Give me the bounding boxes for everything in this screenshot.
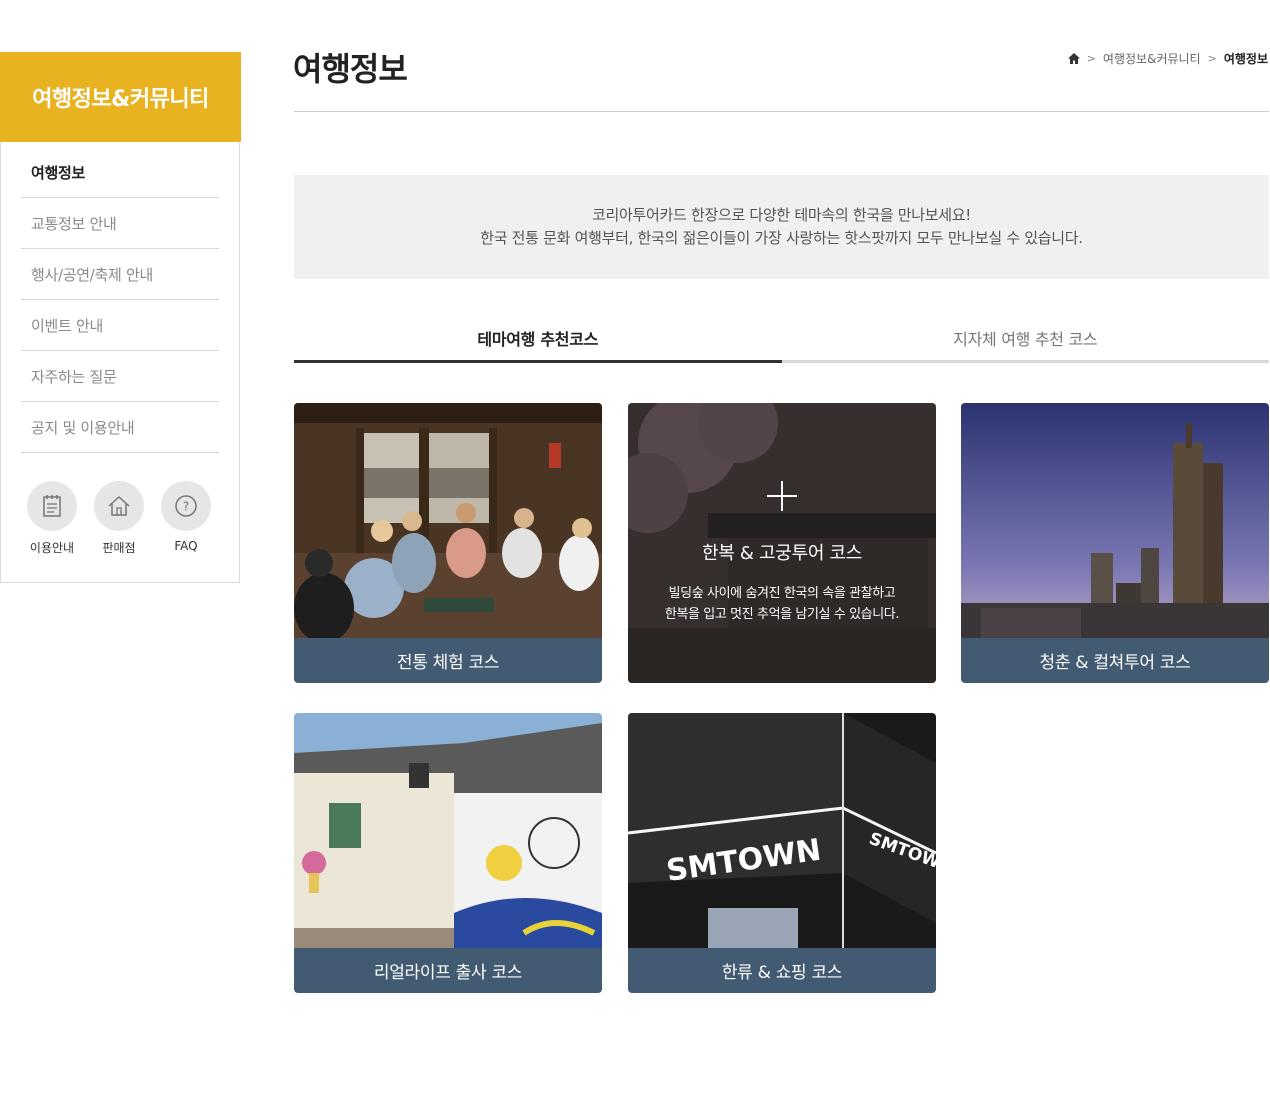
intro-line: 코리아투어카드 한장으로 다양한 테마속의 한국을 만나보세요! (591, 206, 972, 224)
course-tabs: 테마여행 추천코스 지자체 여행 추천 코스 (294, 318, 1269, 363)
course-card-reallife[interactable]: 리얼라이프 출사 코스 (294, 713, 602, 993)
quick-link-stores[interactable]: 판매점 (89, 481, 149, 556)
course-card-description: 빌딩숲 사이에 숨겨진 한국의 속을 관찰하고 한복을 입고 멋진 추억을 남기… (664, 583, 900, 625)
divider (294, 111, 1269, 112)
sidebar-item-events-festivals[interactable]: 행사/공연/축제 안내 (21, 249, 219, 300)
course-card-title: 리얼라이프 출사 코스 (294, 948, 602, 993)
plus-icon (767, 481, 797, 511)
description-line: 빌딩숲 사이에 숨겨진 한국의 속을 관찰하고 (668, 586, 896, 601)
sidebar-menu: 여행정보 교통정보 안내 행사/공연/축제 안내 이벤트 안내 자주하는 질문 … (21, 147, 219, 453)
course-photo: SMTOWN SMTOWN (628, 713, 936, 948)
course-card-traditional[interactable]: 전통 체험 코스 (294, 403, 602, 683)
course-photo (294, 403, 602, 638)
page-title: 여행정보 (293, 50, 408, 88)
breadcrumb-item[interactable]: 여행정보&커뮤니티 (1103, 50, 1201, 67)
course-card-hallyu[interactable]: SMTOWN SMTOWN 한류 & 쇼핑 코스 (628, 713, 936, 993)
sidebar-item-faq[interactable]: 자주하는 질문 (21, 351, 219, 402)
sidebar-item-notice[interactable]: 공지 및 이용안내 (21, 402, 219, 453)
breadcrumb-current: 여행정보 (1223, 52, 1268, 66)
svg-text:?: ? (183, 500, 189, 514)
home-icon (94, 481, 144, 531)
sidebar-title: 여행정보&커뮤니티 (32, 87, 209, 112)
question-icon: ? (161, 481, 211, 531)
tab-local-course[interactable]: 지자체 여행 추천 코스 (781, 318, 1269, 363)
course-photo (961, 403, 1269, 638)
quick-link-label: FAQ (174, 539, 198, 553)
sidebar-header: 여행정보&커뮤니티 (0, 52, 241, 142)
course-card-title: 청춘 & 컬쳐투어 코스 (961, 638, 1269, 683)
course-card-title: 한복 & 고궁투어 코스 (701, 543, 863, 564)
tab-theme-course[interactable]: 테마여행 추천코스 (294, 318, 782, 363)
sidebar: 여행정보&커뮤니티 여행정보 교통정보 안내 행사/공연/축제 안내 이벤트 안… (0, 52, 241, 583)
sidebar-item-travel-info[interactable]: 여행정보 (21, 147, 219, 198)
chevron-right-icon: > (1207, 52, 1217, 65)
intro-line: 한국 전통 문화 여행부터, 한국의 젊은이들이 가장 사랑하는 핫스팟까지 모… (480, 229, 1083, 247)
home-icon[interactable] (1067, 53, 1080, 64)
chevron-right-icon: > (1086, 52, 1096, 65)
course-card-title: 한류 & 쇼핑 코스 (628, 948, 936, 993)
quick-link-guide[interactable]: 이용안내 (22, 481, 82, 556)
quick-link-label: 이용안내 (29, 541, 75, 555)
quick-link-label: 판매점 (102, 541, 136, 555)
intro-box: 코리아투어카드 한장으로 다양한 테마속의 한국을 만나보세요! 한국 전통 문… (294, 175, 1269, 279)
course-card-hanbok[interactable]: 한복 & 고궁투어 코스 빌딩숲 사이에 숨겨진 한국의 속을 관찰하고 한복을… (628, 403, 936, 683)
sidebar-item-transport[interactable]: 교통정보 안내 (21, 198, 219, 249)
sidebar-item-event-guide[interactable]: 이벤트 안내 (21, 300, 219, 351)
course-card-culture[interactable]: 청춘 & 컬쳐투어 코스 (961, 403, 1269, 683)
quick-link-faq[interactable]: ? FAQ (156, 481, 216, 553)
card-hover-content: 한복 & 고궁투어 코스 빌딩숲 사이에 숨겨진 한국의 속을 관찰하고 한복을… (628, 403, 936, 683)
breadcrumb: > 여행정보&커뮤니티 > 여행정보 (1067, 50, 1268, 67)
course-photo (294, 713, 602, 948)
notepad-icon (27, 481, 77, 531)
description-line: 한복을 입고 멋진 추억을 남기실 수 있습니다. (664, 607, 900, 622)
course-card-title: 전통 체험 코스 (294, 638, 602, 683)
